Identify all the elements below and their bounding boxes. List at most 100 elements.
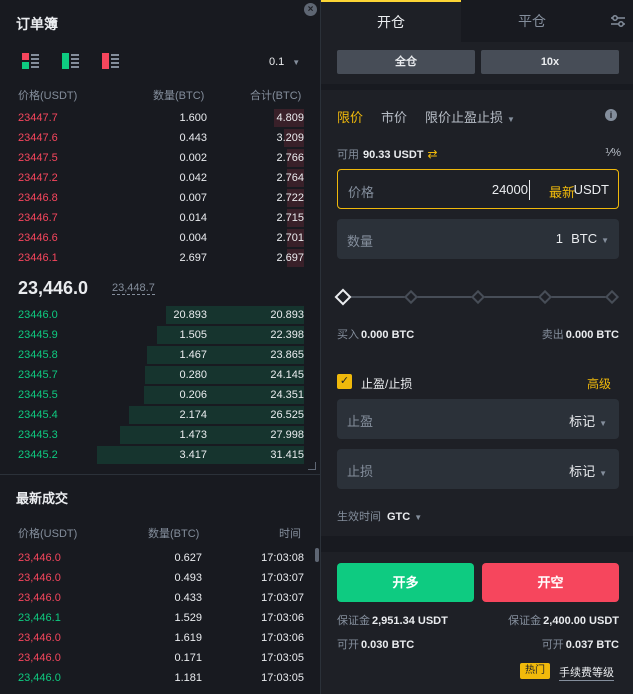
asks-qty: 0.007 (179, 192, 207, 204)
section-gap (321, 536, 633, 552)
trade-time: 17:03:08 (261, 552, 304, 564)
qty-unit-select[interactable]: BTC ▼ (571, 231, 609, 246)
stop-loss-ref: 标记 (569, 464, 596, 479)
margin-short-value: 2,400.00 USDT (543, 615, 619, 627)
stop-loss-ref-select[interactable]: 标记 ▼ (569, 461, 607, 480)
max-short-label: 可开 (541, 639, 564, 651)
take-profit-ref-select[interactable]: 标记 ▼ (569, 411, 607, 430)
tpsl-checkbox[interactable]: ✓ (337, 374, 352, 389)
asks-row[interactable]: 23446.7 0.014 2.715 (0, 208, 320, 228)
open-long-button[interactable]: 开多 (337, 563, 474, 602)
close-icon[interactable]: × (304, 3, 317, 16)
slider-mark-75[interactable] (537, 289, 553, 305)
margin-mode-button[interactable]: 全仓 (337, 50, 475, 74)
tab-market[interactable]: 市价 (381, 107, 407, 126)
price-field[interactable]: 价格 24000 最新 USDT (337, 169, 619, 209)
buy-value: 0.000 BTC (361, 329, 415, 341)
asks-row[interactable]: 23446.8 0.007 2.722 (0, 188, 320, 208)
latest-price-button[interactable]: 最新 (549, 182, 575, 201)
trade-qty: 0.493 (174, 572, 202, 584)
tif-value: GTC (387, 511, 411, 523)
trade-row: 23,446.0 1.181 17:03:05 (0, 668, 320, 688)
trade-price: 23,446.0 (18, 652, 61, 664)
trade-price: 23,446.0 (18, 632, 61, 644)
order-tabs: 开仓 平仓 (321, 0, 633, 42)
bids-row[interactable]: 23445.5 0.206 24.351 (0, 385, 320, 405)
bids-price: 23445.5 (18, 389, 58, 401)
tab-limit[interactable]: 限价 (337, 107, 363, 126)
fee-tier-link[interactable]: 手续费等级 (559, 664, 614, 681)
advanced-link[interactable]: 高级 (587, 375, 611, 392)
leverage-button[interactable]: 10x (481, 50, 619, 74)
scrollbar[interactable] (315, 548, 319, 562)
slider-mark-50[interactable] (470, 289, 486, 305)
bids-row[interactable]: 23445.4 2.174 26.525 (0, 405, 320, 425)
tab-close[interactable]: 平仓 (461, 0, 603, 42)
bids-price: 23445.2 (18, 449, 58, 461)
slider-mark-100[interactable] (604, 289, 620, 305)
time-in-force[interactable]: 生效时间 GTC ▼ (337, 508, 422, 524)
asks-total: 4.809 (276, 112, 304, 124)
max-long-label: 可开 (337, 639, 359, 651)
bids-row[interactable]: 23446.0 20.893 20.893 (0, 305, 320, 325)
chevron-down-icon: ▼ (507, 115, 515, 124)
precision-select[interactable]: 0.1 ▼ (269, 56, 300, 68)
chevron-down-icon: ▼ (599, 469, 607, 478)
stop-loss-label: 止损 (347, 464, 374, 479)
tpsl-label: 止盈/止损 (361, 377, 413, 391)
tab-stop-limit[interactable]: 限价止盈止损 ▼ (425, 107, 515, 126)
asks-row[interactable]: 23446.6 0.004 2.701 (0, 228, 320, 248)
view-asks-icon[interactable] (102, 53, 120, 69)
margin-long-value: 2,951.34 USDT (372, 615, 448, 627)
stop-loss-field[interactable]: 止损 标记 ▼ (337, 449, 619, 489)
qty-label: 数量 (347, 234, 374, 249)
asks-row[interactable]: 23447.6 0.443 3.209 (0, 128, 320, 148)
asks-row[interactable]: 23447.2 0.042 2.764 (0, 168, 320, 188)
bids-qty: 0.206 (179, 389, 207, 401)
trade-time: 17:03:07 (261, 592, 304, 604)
slider-mark-25[interactable] (403, 289, 419, 305)
asks-total: 2.701 (276, 232, 304, 244)
asks-row[interactable]: 23447.5 0.002 2.766 (0, 148, 320, 168)
slider-handle[interactable] (334, 288, 352, 306)
col-total-header: 合计(BTC) (250, 90, 302, 102)
bids-price: 23445.7 (18, 369, 58, 381)
qty-unit: BTC (571, 231, 598, 246)
available-balance: 可用 90.33 USDT ⇄ (337, 146, 438, 162)
trade-time: 17:03:07 (261, 572, 304, 584)
view-both-icon[interactable] (22, 53, 40, 69)
take-profit-field[interactable]: 止盈 标记 ▼ (337, 399, 619, 439)
asks-total: 2.722 (276, 192, 304, 204)
margin-short-label: 保证金 (508, 615, 542, 627)
asks-price: 23447.2 (18, 172, 58, 184)
sliders-icon[interactable] (603, 0, 633, 42)
trade-time: 17:03:06 (261, 612, 304, 624)
asks-row[interactable]: 23446.1 2.697 2.697 (0, 248, 320, 268)
bids-row[interactable]: 23445.8 1.467 23.865 (0, 345, 320, 365)
view-bids-icon[interactable] (62, 53, 80, 69)
info-icon[interactable]: i (605, 109, 617, 121)
bids-row[interactable]: 23445.3 1.473 27.998 (0, 425, 320, 445)
chevron-down-icon: ▼ (599, 419, 607, 428)
asks-price: 23447.5 (18, 152, 58, 164)
open-short-button[interactable]: 开空 (482, 563, 619, 602)
asks-total: 2.766 (276, 152, 304, 164)
bids-row[interactable]: 23445.7 0.280 24.145 (0, 365, 320, 385)
transfer-icon[interactable]: ⇄ (428, 147, 438, 161)
percent-icon[interactable]: ⅟% (605, 146, 621, 159)
asks-price: 23447.7 (18, 112, 58, 124)
bids-row[interactable]: 23445.9 1.505 22.398 (0, 325, 320, 345)
trade-qty: 0.171 (174, 652, 202, 664)
orderbook-title: 订单簿 (16, 16, 58, 32)
asks-row[interactable]: 23447.7 1.600 4.809 (0, 108, 320, 128)
bids-price: 23445.3 (18, 429, 58, 441)
bids-price: 23445.9 (18, 329, 58, 341)
tab-open[interactable]: 开仓 (321, 0, 461, 42)
trades-price-header: 价格(USDT) (18, 528, 78, 540)
mark-price[interactable]: 23,448.7 (112, 282, 155, 295)
asks-price: 23446.8 (18, 192, 58, 204)
resize-handle[interactable] (308, 462, 316, 470)
qty-field[interactable]: 数量 1 BTC ▼ (337, 219, 619, 259)
bids-row[interactable]: 23445.2 3.417 31.415 (0, 445, 320, 465)
last-price: 23,446.0 (18, 278, 89, 298)
